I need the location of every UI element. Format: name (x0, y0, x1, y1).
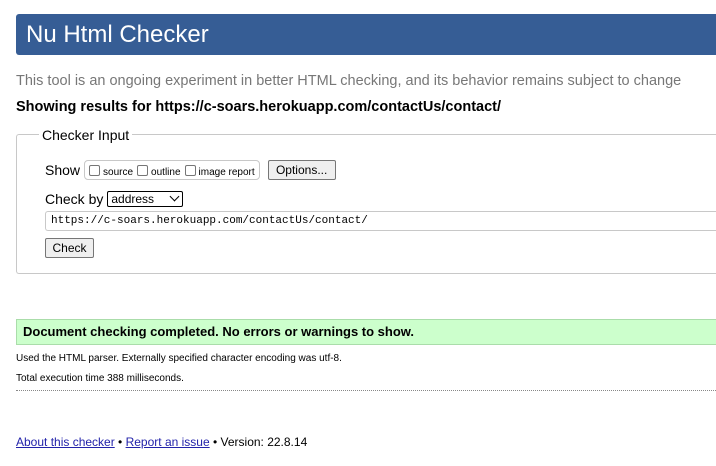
image-report-option-label: image report (198, 166, 255, 178)
outline-checkbox[interactable] (137, 164, 149, 176)
parser-info-text: Used the HTML parser. Externally specifi… (16, 353, 342, 364)
show-source-option[interactable]: source (89, 164, 134, 178)
show-row: Show source outline image report Options… (45, 160, 336, 180)
version-text: • Version: 22.8.14 (209, 435, 308, 449)
check-by-label: Check by (45, 191, 104, 207)
showing-results-text: Showing results for https://c-soars.hero… (16, 99, 502, 115)
show-image-report-option[interactable]: image report (184, 164, 255, 178)
show-options-group: source outline image report (84, 160, 260, 180)
report-issue-link[interactable]: Report an issue (126, 435, 210, 449)
show-label: Show (45, 162, 81, 178)
intro-text: This tool is an ongoing experiment in be… (16, 73, 682, 89)
about-checker-link[interactable]: About this checker (16, 435, 115, 449)
check-by-row: Check by address (45, 191, 184, 207)
show-outline-option[interactable]: outline (137, 164, 181, 178)
image-report-checkbox[interactable] (184, 164, 196, 176)
check-by-select[interactable]: address (107, 191, 184, 207)
checker-input-fieldset: Checker Input Show source outline image … (16, 127, 716, 274)
page: Nu Html Checker This tool is an ongoing … (0, 0, 716, 466)
divider (16, 390, 716, 391)
checker-input-legend: Checker Input (39, 127, 133, 143)
url-input[interactable]: https://c-soars.herokuapp.com/contactUs/… (45, 211, 716, 231)
check-by-selected-value: address (111, 192, 155, 206)
check-button[interactable]: Check (45, 238, 94, 258)
execution-time-text: Total execution time 388 milliseconds. (16, 373, 184, 384)
options-button[interactable]: Options... (267, 160, 336, 180)
page-title: Nu Html Checker (26, 21, 209, 48)
header-bar: Nu Html Checker (16, 14, 716, 55)
outline-option-label: outline (151, 166, 181, 178)
chevron-down-icon (169, 191, 180, 202)
success-message: Document checking completed. No errors o… (23, 324, 415, 339)
source-checkbox[interactable] (89, 164, 101, 176)
footer: About this checker • Report an issue • V… (16, 435, 307, 449)
success-message-bar: Document checking completed. No errors o… (16, 319, 716, 345)
source-option-label: source (103, 166, 134, 178)
footer-separator: • (114, 435, 126, 449)
